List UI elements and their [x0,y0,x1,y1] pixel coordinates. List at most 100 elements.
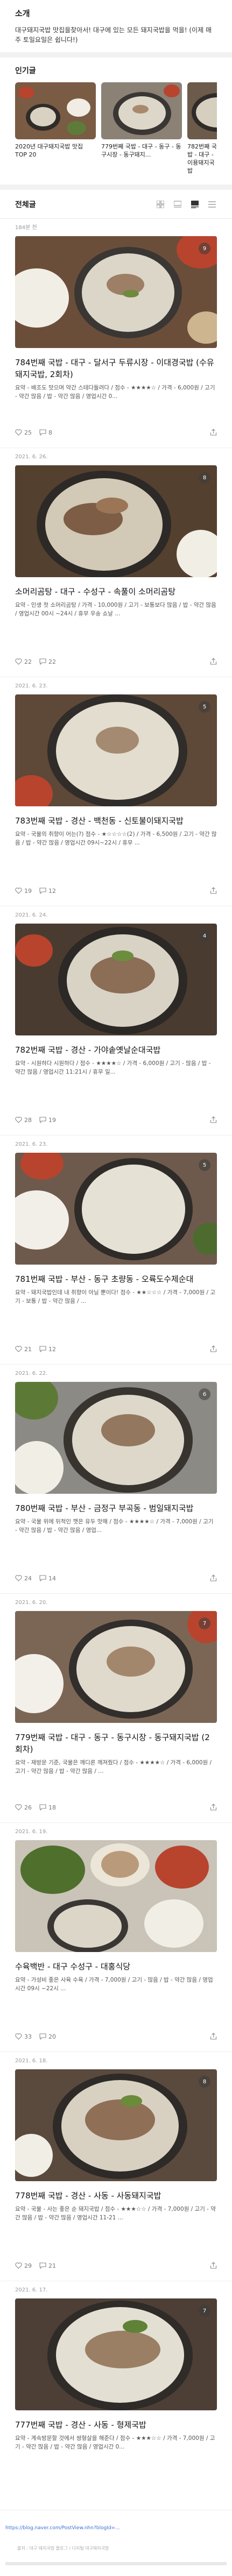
like-button[interactable]: 33 [15,2033,32,2040]
post-title[interactable]: 782번째 국밥 - 경산 - 가야솥옛날순대국밥 [15,1044,217,1056]
like-button[interactable]: 29 [15,2262,32,2269]
share-icon[interactable] [210,428,217,438]
comment-button[interactable]: 20 [39,2033,56,2040]
popular-thumbnail[interactable] [187,82,217,139]
post-title[interactable]: 780번째 국밥 - 부산 - 금정구 부곡동 - 범일돼지국밥 [15,1502,217,1514]
popular-caption[interactable]: 2020년 대구돼지국밥 맛집 TOP 20 [15,143,96,159]
post-thumbnail[interactable]: 5 [15,1153,217,1265]
like-count: 26 [24,1804,32,1811]
like-button[interactable]: 19 [15,888,32,895]
like-button[interactable]: 26 [15,1804,32,1811]
album-view-icon[interactable] [173,200,182,209]
post-item[interactable]: 2021. 6. 17. 7 777번째 국밥 - 경산 - 사동 - 형제국밥… [0,2281,232,2510]
post-item[interactable]: 2021. 6. 22. 6 780번째 국밥 - 부산 - 금정구 부곡동 -… [0,1365,232,1594]
post-item[interactable]: 2021. 6. 26. 8 소머리곰탕 - 대구 - 수성구 - 속풀이 소머… [0,448,232,677]
comment-button[interactable]: 8 [39,429,52,436]
post-item[interactable]: 2021. 6. 20. 7 779번째 국밥 - 대구 - 동구 - 동구시장… [0,1594,232,1823]
post-title[interactable]: 781번째 국밥 - 부산 - 동구 초량동 - 오륙도수제순대 [15,1273,217,1285]
comment-button[interactable]: 18 [39,1804,56,1811]
share-icon[interactable] [210,657,217,667]
section-divider [0,52,232,58]
share-icon[interactable] [210,886,217,896]
popular-card[interactable]: 779번째 국밥 - 대구 - 동구 - 동구시장 - 동구돼지... [101,82,182,175]
grid-view-icon[interactable] [156,200,165,209]
source-note: 출처 : 대구 돼지국밥 블로그 / 디지털 대구돼지국밥 [17,2546,109,2551]
post-thumbnail[interactable]: 5 [15,694,217,806]
post-meta: 24 14 [15,1573,217,1584]
post-meta: 29 21 [15,2260,217,2271]
comment-count: 12 [48,887,56,895]
share-icon[interactable] [210,1115,217,1125]
popular-thumbnail[interactable] [15,82,96,139]
like-button[interactable]: 21 [15,1346,32,1353]
post-item[interactable]: 184분 전 9 784번째 국밥 - 대구 - 달서구 두류시장 - 이대경국… [0,219,232,448]
section-divider [0,184,232,190]
popular-card[interactable]: 782번째 국밥 - 대구 - 이용돼지국밥 [187,82,217,175]
share-icon[interactable] [210,1573,217,1584]
source-link[interactable]: https://blog.naver.com/PostView.nhn?blog… [5,2525,120,2531]
post-date: 2021. 6. 20. [15,1600,48,1606]
like-count: 21 [24,1345,32,1353]
like-button[interactable]: 24 [15,1575,32,1582]
comment-button[interactable]: 12 [39,888,56,895]
post-title[interactable]: 777번째 국밥 - 경산 - 사동 - 형제국밥 [15,2419,217,2431]
page-footer: https://blog.naver.com/PostView.nhn?blog… [0,2510,232,2576]
post-thumbnail[interactable]: 8 [15,465,217,577]
post-thumbnail[interactable]: 9 [15,236,217,348]
comment-button[interactable]: 14 [39,1575,56,1582]
list-view-icon[interactable] [207,200,217,209]
post-title[interactable]: 779번째 국밥 - 대구 - 동구 - 동구시장 - 동구돼지국밥 (2회차) [15,1731,217,1755]
photo-count-badge: 7 [199,2305,210,2317]
post-title[interactable]: 778번째 국밥 - 경산 - 사동 - 사동돼지국밥 [15,2190,217,2202]
post-item[interactable]: 2021. 6. 24. 4 782번째 국밥 - 경산 - 가야솥옛날순대국밥… [0,906,232,1136]
heart-icon [15,2262,22,2269]
popular-card[interactable]: 2020년 대구돼지국밥 맛집 TOP 20 [15,82,96,175]
like-button[interactable]: 22 [15,658,32,665]
post-item[interactable]: 2021. 6. 19. 수육백반 - 대구 수성구 - 대홍식당 요약 - 가… [0,1823,232,2052]
post-item[interactable]: 2021. 6. 18. 8 778번째 국밥 - 경산 - 사동 - 사동돼지… [0,2052,232,2281]
photo-count-badge: 5 [199,701,210,713]
post-meta: 19 12 [15,885,217,896]
like-button[interactable]: 25 [15,429,32,436]
post-title[interactable]: 783번째 국밥 - 경산 - 백천동 - 신토불이돼지국밥 [15,815,217,827]
comment-count: 18 [48,1804,56,1811]
post-thumbnail[interactable]: 6 [15,1382,217,1494]
post-title[interactable]: 수육백반 - 대구 수성구 - 대홍식당 [15,1961,217,1972]
post-title[interactable]: 784번째 국밥 - 대구 - 달서구 두류시장 - 이대경국밥 (수유돼지국밥… [15,357,217,380]
post-date: 2021. 6. 18. [15,2058,48,2064]
post-date: 2021. 6. 22. [15,1371,48,1376]
share-icon[interactable] [210,1803,217,1813]
popular-caption[interactable]: 779번째 국밥 - 대구 - 동구 - 동구시장 - 동구돼지... [101,143,182,159]
post-meta: 33 20 [15,2031,217,2042]
like-button[interactable]: 28 [15,1117,32,1124]
intro-text: 대구돼지국밥 맛집을찾아서! 대구에 있는 모든 돼지국밥을 먹을! (이제 매… [15,26,212,44]
post-thumbnail[interactable]: 4 [15,924,217,1035]
post-title[interactable]: 소머리곰탕 - 대구 - 수성구 - 속풀이 소머리곰탕 [15,586,217,598]
bottom-bar [5,2562,227,2565]
heart-icon [15,1117,22,1123]
comment-button[interactable]: 21 [39,2262,56,2269]
photo-count-badge: 6 [199,1388,210,1400]
like-count: 25 [24,429,32,436]
post-thumbnail[interactable]: 7 [15,1611,217,1723]
comment-button[interactable]: 12 [39,1346,56,1353]
popular-thumbnail[interactable] [101,82,182,139]
popular-section: 인기글 2020년 대구돼지국밥 맛집 TOP 20 779번째 국밥 - 대구… [0,58,232,184]
popular-caption[interactable]: 782번째 국밥 - 대구 - 이용돼지국밥 [187,143,217,175]
comment-button[interactable]: 22 [39,658,56,665]
comment-button[interactable]: 19 [39,1117,56,1124]
card-view-icon[interactable] [190,200,200,209]
post-item[interactable]: 2021. 6. 23. 5 783번째 국밥 - 경산 - 백천동 - 신토불… [0,677,232,906]
photo-count-badge: 8 [199,2076,210,2088]
comment-count: 8 [48,429,52,436]
post-thumbnail[interactable]: 7 [15,2298,217,2410]
share-icon[interactable] [210,1344,217,1354]
post-thumbnail[interactable]: 8 [15,2069,217,2181]
share-icon[interactable] [210,2032,217,2042]
post-item[interactable]: 2021. 6. 23. 5 781번째 국밥 - 부산 - 동구 초량동 - … [0,1136,232,1365]
like-count: 19 [24,887,32,895]
post-thumbnail[interactable] [15,1840,217,1952]
heart-icon [15,429,22,436]
share-icon[interactable] [210,2261,217,2271]
post-summary: 요약 - 배조도 맛으며 약간 스테다들려다 / 점수 - ★★★★☆ / 가격… [15,385,215,400]
